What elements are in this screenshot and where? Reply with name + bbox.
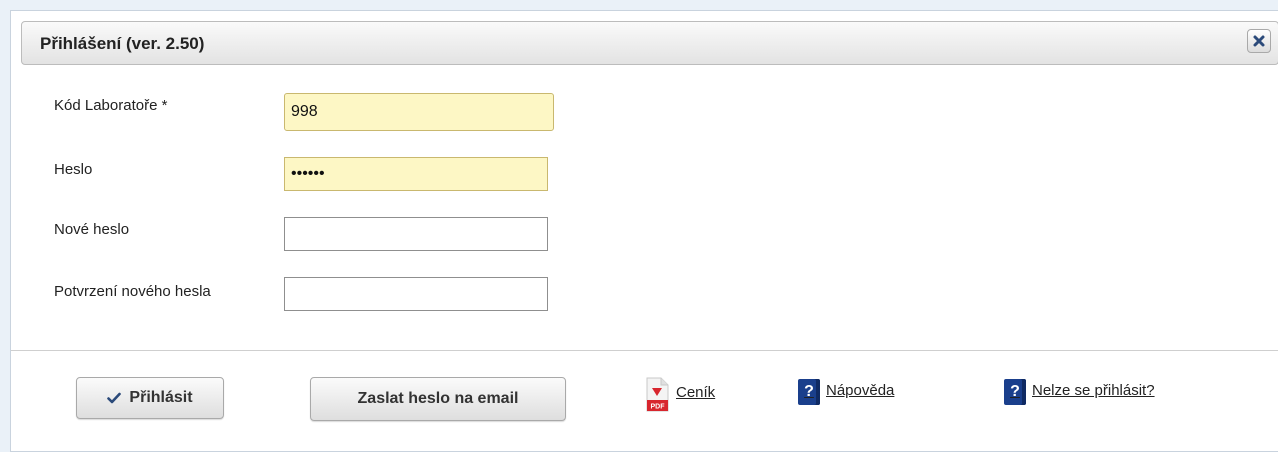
dialog-title: Přihlášení (ver. 2.50) xyxy=(40,34,205,53)
password-input[interactable] xyxy=(284,157,548,191)
password-label: Heslo xyxy=(54,161,93,178)
help-icon: ? xyxy=(1004,379,1026,405)
pricelist-link[interactable]: PDF Ceník xyxy=(644,377,715,413)
login-button[interactable]: Přihlásit xyxy=(76,377,224,419)
pdf-icon: PDF xyxy=(646,377,669,412)
confirm-password-label: Potvrzení nového hesla xyxy=(54,283,211,300)
help-icon: ? xyxy=(798,379,820,405)
cannot-login-link[interactable]: ? Nelze se přihlásit? xyxy=(1004,379,1155,405)
lab-code-label: Kód Laboratoře * xyxy=(54,97,168,114)
pricelist-label: Ceník xyxy=(676,384,716,401)
help-link[interactable]: ? Nápověda xyxy=(798,379,894,405)
confirm-password-input[interactable] xyxy=(284,277,548,311)
cannot-login-label: Nelze se přihlásit? xyxy=(1032,382,1155,399)
close-button[interactable] xyxy=(1247,29,1271,53)
send-password-button[interactable]: Zaslat heslo na email xyxy=(310,377,566,421)
divider xyxy=(11,350,1278,351)
lab-code-input[interactable] xyxy=(284,93,554,131)
send-password-label: Zaslat heslo na email xyxy=(357,390,519,407)
svg-text:PDF: PDF xyxy=(651,404,666,411)
new-password-input[interactable] xyxy=(284,217,548,251)
help-label: Nápověda xyxy=(826,382,895,399)
close-icon xyxy=(1253,35,1265,47)
check-icon xyxy=(107,392,122,404)
login-button-label: Přihlásit xyxy=(129,389,193,406)
dialog-titlebar: Přihlášení (ver. 2.50) xyxy=(21,21,1278,65)
new-password-label: Nové heslo xyxy=(54,221,130,238)
login-dialog: Přihlášení (ver. 2.50) Kód Laboratoře * … xyxy=(10,10,1278,452)
